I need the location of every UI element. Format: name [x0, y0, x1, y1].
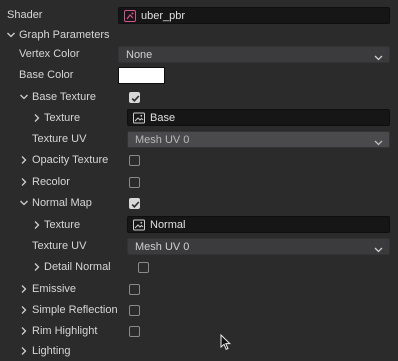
simple-reflection-row: Simple Reflection — [0, 300, 398, 321]
base-color-row: Base Color — [0, 65, 398, 86]
recolor-checkbox[interactable] — [129, 177, 140, 188]
normal-map-uv-value: Mesh UV 0 — [135, 241, 190, 253]
recolor-label: Recolor — [32, 176, 70, 188]
opacity-texture-row: Opacity Texture — [0, 150, 398, 171]
shader-row: Shader uber_pbr — [0, 5, 398, 26]
recolor-row: Recolor — [0, 172, 398, 193]
shader-graph-icon — [124, 10, 136, 22]
normal-map-uv-row: Texture UV Mesh UV 0 — [0, 236, 398, 257]
base-color-swatch[interactable] — [118, 67, 165, 84]
graph-parameters-header[interactable]: Graph Parameters — [0, 25, 398, 46]
detail-normal-checkbox[interactable] — [138, 262, 149, 273]
normal-map-row: Normal Map — [0, 193, 398, 214]
simple-reflection-label: Simple Reflection — [32, 304, 118, 316]
detail-normal-row: Detail Normal — [0, 257, 398, 278]
chevron-right-icon[interactable] — [32, 219, 42, 231]
lighting-label: Lighting — [32, 345, 71, 357]
base-texture-row: Base Texture — [0, 87, 398, 108]
base-texture-field[interactable]: Base — [127, 109, 390, 126]
chevron-right-icon[interactable] — [32, 112, 42, 124]
normal-map-checkbox[interactable] — [129, 198, 140, 209]
normal-map-texture-row: Texture Normal — [0, 215, 398, 236]
vertex-color-row: Vertex Color None — [0, 44, 398, 65]
base-texture-label: Base Texture — [32, 91, 97, 103]
opacity-texture-checkbox[interactable] — [129, 155, 140, 166]
chevron-down-icon[interactable] — [6, 29, 16, 41]
normal-map-uv-label: Texture UV — [32, 240, 87, 252]
emissive-label: Emissive — [32, 283, 77, 295]
vertex-color-label: Vertex Color — [19, 48, 80, 60]
emissive-row: Emissive — [0, 279, 398, 300]
rim-highlight-row: Rim Highlight — [0, 321, 398, 342]
opacity-texture-label: Opacity Texture — [32, 154, 109, 166]
image-icon — [133, 112, 145, 124]
chevron-down-icon — [374, 52, 383, 64]
chevron-down-icon[interactable] — [19, 91, 29, 103]
chevron-right-icon[interactable] — [19, 176, 29, 188]
normal-map-texture-label: Texture — [44, 219, 81, 231]
rim-highlight-label: Rim Highlight — [32, 325, 98, 337]
vertex-color-value: None — [126, 49, 153, 61]
image-icon — [133, 219, 145, 231]
base-color-label: Base Color — [19, 69, 74, 81]
chevron-down-icon — [374, 137, 383, 149]
normal-map-uv-dropdown[interactable]: Mesh UV 0 — [127, 238, 390, 255]
emissive-checkbox[interactable] — [129, 284, 140, 295]
detail-normal-label: Detail Normal — [44, 261, 111, 273]
normal-map-label: Normal Map — [32, 197, 92, 209]
shader-field[interactable]: uber_pbr — [118, 7, 390, 24]
shader-label: Shader — [7, 9, 43, 21]
chevron-right-icon[interactable] — [19, 304, 29, 316]
lighting-row[interactable]: Lighting — [0, 341, 398, 361]
shader-value: uber_pbr — [141, 10, 186, 22]
chevron-right-icon[interactable] — [19, 325, 29, 337]
mouse-cursor-icon — [220, 333, 232, 354]
graph-parameters-label: Graph Parameters — [19, 29, 110, 41]
base-texture-texture-label: Texture — [44, 112, 81, 124]
base-texture-uv-label: Texture UV — [32, 133, 87, 145]
base-texture-texture-row: Texture Base — [0, 108, 398, 129]
chevron-down-icon — [374, 244, 383, 256]
chevron-right-icon[interactable] — [32, 261, 42, 273]
base-texture-uv-value: Mesh UV 0 — [135, 134, 190, 146]
base-texture-uv-dropdown[interactable]: Mesh UV 0 — [127, 131, 390, 148]
base-texture-value: Base — [150, 112, 176, 124]
base-texture-checkbox[interactable] — [129, 92, 140, 103]
chevron-right-icon[interactable] — [19, 345, 29, 357]
rim-highlight-checkbox[interactable] — [129, 326, 140, 337]
base-texture-uv-row: Texture UV Mesh UV 0 — [0, 129, 398, 150]
chevron-right-icon[interactable] — [19, 283, 29, 295]
simple-reflection-checkbox[interactable] — [129, 305, 140, 316]
vertex-color-dropdown[interactable]: None — [118, 46, 390, 63]
normal-map-texture-field[interactable]: Normal — [127, 216, 390, 233]
chevron-down-icon[interactable] — [19, 197, 29, 209]
chevron-right-icon[interactable] — [19, 154, 29, 166]
normal-map-texture-value: Normal — [150, 219, 186, 231]
